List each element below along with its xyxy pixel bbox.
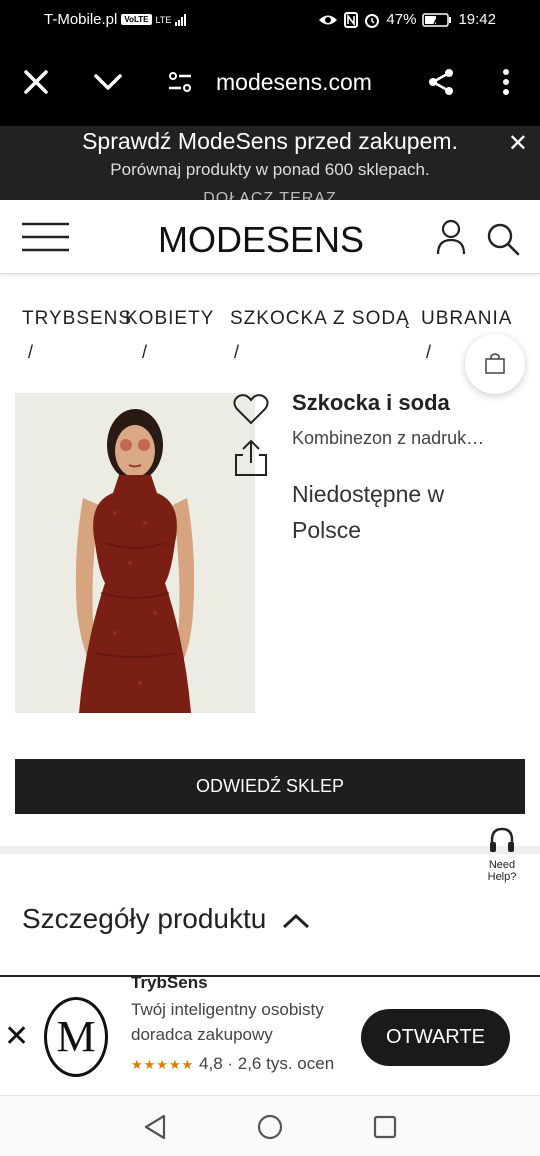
cart-button[interactable]: [465, 334, 525, 394]
alarm-icon: [365, 13, 380, 28]
battery-percent: 47%: [386, 11, 417, 28]
banner-title: Sprawdź ModeSens przed zakupem.: [82, 128, 458, 154]
site-header: MODESENS: [0, 200, 540, 274]
network-type: LTE: [155, 14, 172, 25]
help-label-line1: Need: [488, 859, 516, 871]
product-name: Kombinezon z nadruk…: [292, 428, 485, 448]
carrier-name: T-Mobile.pl: [44, 11, 118, 28]
breadcrumb-separator: /: [28, 342, 34, 362]
app-name: TrybSens: [131, 975, 208, 992]
url-bar[interactable]: modesens.com: [216, 69, 372, 96]
breadcrumb-separator: /: [234, 342, 240, 362]
breadcrumb-separator: /: [426, 342, 432, 362]
close-icon[interactable]: [22, 68, 50, 96]
chevron-down-icon[interactable]: [94, 68, 122, 96]
open-app-button[interactable]: OTWARTE: [361, 1009, 510, 1066]
product-details-title: Szczegóły produktu: [22, 903, 267, 934]
promo-banner: Sprawdź ModeSens przed zakupem. Porównaj…: [0, 126, 540, 200]
home-icon[interactable]: [257, 1114, 283, 1140]
availability-text: Niedostępne w Polsce: [292, 481, 445, 543]
account-icon[interactable]: [436, 218, 466, 256]
heart-icon[interactable]: [233, 393, 269, 425]
breadcrumb-separator: /: [142, 342, 148, 362]
chevron-up-icon: [283, 913, 310, 928]
breadcrumb-item-brand[interactable]: SZKOCKA Z SODĄ: [230, 308, 410, 330]
shopping-bag-icon: [485, 353, 505, 374]
section-divider: [0, 846, 540, 854]
signal-icon: [175, 13, 187, 26]
system-nav-bar: [0, 1095, 540, 1156]
product-image[interactable]: [15, 393, 255, 713]
volte-badge: VoLTE: [121, 14, 152, 25]
product-details-header[interactable]: Szczegóły produktu: [22, 903, 310, 935]
app-install-banner: ✕ M TrybSens Twój inteligentny osobisty …: [0, 975, 540, 1095]
breadcrumb-item-ubrania[interactable]: UBRANIA: [421, 308, 512, 330]
back-icon[interactable]: [143, 1114, 167, 1140]
status-right: 47% 19:42: [318, 11, 496, 28]
app-logo: M: [44, 997, 108, 1077]
recents-icon[interactable]: [373, 1115, 397, 1139]
product-brand[interactable]: Szkocka i soda: [292, 390, 450, 416]
search-icon[interactable]: [486, 222, 520, 256]
site-settings-icon[interactable]: [166, 68, 194, 96]
browser-toolbar: modesens.com: [0, 40, 540, 126]
app-description: Twój inteligentny osobisty doradca zakup…: [131, 1000, 324, 1044]
more-icon[interactable]: [492, 68, 520, 96]
clock: 19:42: [458, 11, 496, 28]
app-rating-text: 4,8 · 2,6 tys. ocen: [199, 1054, 335, 1073]
share-icon[interactable]: [427, 68, 455, 96]
visit-store-button[interactable]: ODWIEDŹ SKLEP: [15, 759, 525, 814]
status-left: T-Mobile.pl VoLTE LTE: [44, 11, 187, 28]
menu-icon[interactable]: [22, 222, 69, 252]
breadcrumb-item-trybsens[interactable]: TRYBSENS: [22, 308, 132, 330]
need-help-button[interactable]: Need Help?: [480, 826, 524, 888]
status-bar: T-Mobile.pl VoLTE LTE 47% 19:42: [0, 0, 540, 40]
banner-close-icon[interactable]: ✕: [508, 129, 528, 158]
breadcrumb-item-kobiety[interactable]: KOBIETY: [125, 308, 214, 330]
banner-join-link[interactable]: DOŁĄCZ TERAZ: [0, 190, 540, 200]
help-label-line2: Help?: [487, 871, 517, 883]
eye-icon: [319, 15, 338, 24]
breadcrumb: TRYBSENS KOBIETY SZKOCKA Z SODĄ UBRANIA …: [22, 308, 522, 368]
headset-icon: [490, 827, 514, 852]
banner-subtitle: Porównaj produkty w ponad 600 sklepach.: [110, 160, 430, 179]
site-logo[interactable]: MODESENS: [158, 219, 364, 261]
star-rating-icon: ★★★★★: [131, 1057, 195, 1072]
close-app-banner-icon[interactable]: ✕: [4, 1019, 29, 1054]
battery-icon: [422, 12, 452, 27]
dress-model-illustration: [15, 393, 255, 713]
app-rating: ★★★★★ 4,8 · 2,6 tys. ocen: [131, 1051, 361, 1077]
nfc-icon: [344, 11, 359, 28]
share-product-icon[interactable]: [233, 439, 269, 477]
